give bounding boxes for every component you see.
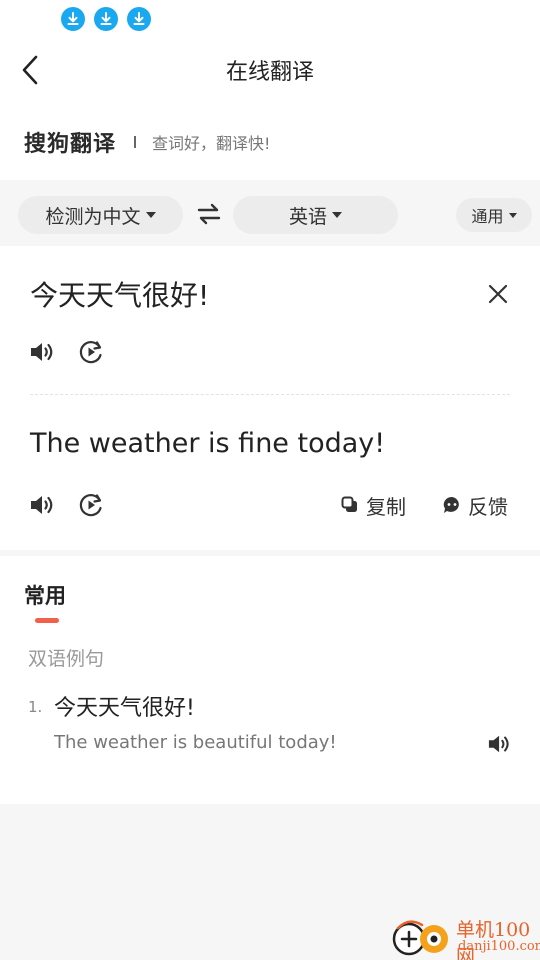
- page-title: 在线翻译: [225, 60, 314, 85]
- language-bar: 检测为中文 英语 通用: [0, 180, 540, 246]
- source-language-selector[interactable]: 检测为中文: [18, 196, 183, 234]
- example-source: 今天天气很好!: [54, 696, 195, 721]
- feedback-label: 反馈: [468, 494, 508, 519]
- target-play-button[interactable]: [77, 491, 105, 519]
- copy-label: 复制: [366, 494, 406, 519]
- target-language-label: 英语: [288, 205, 327, 228]
- source-play-button[interactable]: [77, 338, 105, 366]
- example-translation: The weather is beautiful today!: [54, 732, 337, 753]
- replay-icon: [79, 494, 102, 517]
- translation-card: 今天天气很好! The weather is fine today! 复制 反馈: [0, 246, 540, 550]
- target-speaker-button[interactable]: [29, 492, 57, 518]
- domain-selector[interactable]: 通用: [456, 198, 532, 232]
- examples-section: 常用 双语例句 1. 今天天气很好! The weather is beauti…: [0, 556, 540, 804]
- download-icon: [61, 7, 85, 31]
- divider: [30, 394, 510, 395]
- watermark-logo: [392, 920, 448, 956]
- tab-common[interactable]: 常用: [24, 580, 66, 610]
- brand-separator: [134, 136, 136, 148]
- download-icon: [127, 7, 151, 31]
- caret-down-icon: [332, 212, 342, 218]
- speaker-icon: [488, 735, 509, 753]
- speaker-icon: [31, 343, 53, 361]
- title-bar: 在线翻译: [0, 38, 540, 102]
- watermark: 单机100网 danji100.com: [388, 914, 540, 960]
- swap-languages-button[interactable]: [196, 202, 222, 226]
- chat-bubble-icon: [443, 496, 459, 513]
- replay-icon: [79, 341, 102, 364]
- brand-slogan: 查词好，翻译快!: [152, 134, 271, 153]
- copy-button[interactable]: 复制: [340, 492, 406, 519]
- bilingual-examples-heading: 双语例句: [28, 648, 105, 670]
- translated-text: The weather is fine today!: [30, 428, 386, 459]
- speaker-icon: [31, 496, 53, 514]
- source-text[interactable]: 今天天气很好!: [30, 274, 209, 314]
- brand-bar: 搜狗翻译 查词好，翻译快!: [0, 102, 540, 180]
- source-language-label: 检测为中文: [45, 205, 141, 228]
- brand-name: 搜狗翻译: [24, 132, 117, 157]
- domain-label: 通用: [471, 207, 504, 226]
- example-number: 1.: [28, 698, 43, 716]
- example-speaker-button[interactable]: [486, 732, 514, 756]
- source-speaker-button[interactable]: [29, 339, 57, 365]
- copy-icon: [341, 496, 357, 512]
- swap-arrows-icon: [197, 203, 221, 225]
- feedback-button[interactable]: 反馈: [442, 492, 508, 519]
- status-bar: [0, 0, 540, 38]
- caret-down-icon: [145, 212, 156, 218]
- clear-button[interactable]: [484, 280, 512, 308]
- download-icon: [94, 7, 118, 31]
- caret-down-icon: [508, 212, 517, 218]
- target-language-selector[interactable]: 英语: [233, 196, 398, 234]
- watermark-url: danji100.com: [458, 939, 540, 954]
- tab-indicator: [35, 618, 59, 623]
- close-icon: [488, 284, 508, 304]
